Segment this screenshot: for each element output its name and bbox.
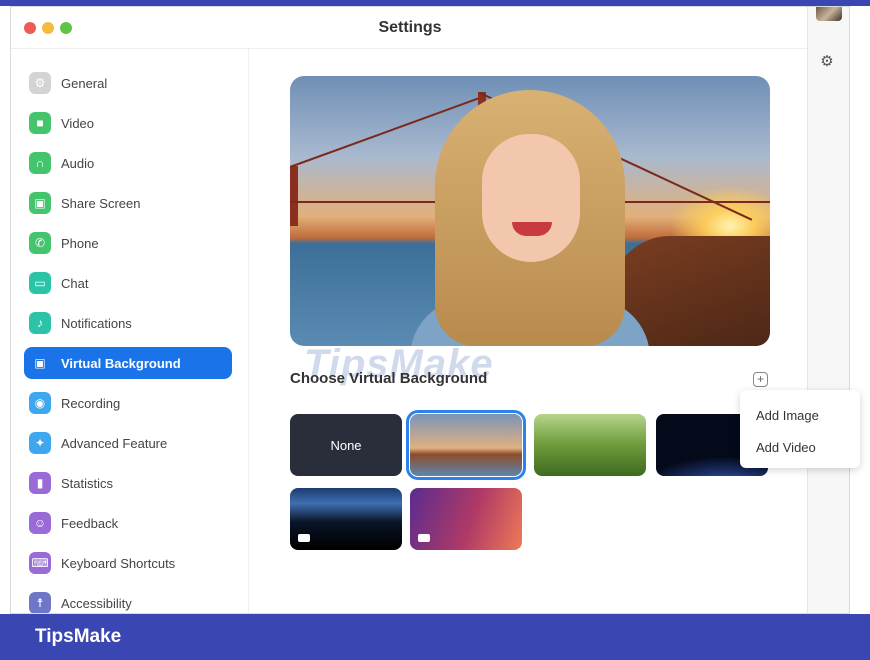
- menu-item-add-image[interactable]: Add Image: [756, 408, 819, 423]
- background-thumb-label: None: [330, 437, 362, 453]
- right-toolbar: ⚙: [807, 7, 849, 613]
- background-thumb-gradient[interactable]: [410, 488, 522, 550]
- portrait-icon: ▣: [34, 356, 46, 370]
- bridge-tower: [290, 166, 298, 226]
- add-background-menu: Add Image Add Video: [740, 390, 860, 468]
- sidebar-item-notifications[interactable]: ♪ Notifications: [24, 307, 232, 339]
- bell-icon: ♪: [29, 312, 51, 334]
- sidebar-item-label: Advanced Feature: [61, 435, 168, 451]
- bar-chart-icon: ▮: [29, 472, 51, 494]
- background-thumb-space[interactable]: [290, 488, 402, 550]
- sidebar-item-chat[interactable]: ▭ Chat: [24, 267, 232, 299]
- settings-window: Settings ⚙ General ■ Video ∩ Audio ▣ Sha…: [10, 6, 850, 614]
- background-thumb-none[interactable]: None: [290, 414, 402, 476]
- sidebar-item-label: Accessibility: [61, 595, 132, 611]
- brand-name: TipsMake: [35, 626, 122, 647]
- sidebar-item-feedback[interactable]: ☺ Feedback: [24, 507, 232, 539]
- sparkle-icon: ✦: [29, 432, 51, 454]
- sidebar-item-phone[interactable]: ✆ Phone: [24, 227, 232, 259]
- add-background-button[interactable]: +: [753, 372, 768, 387]
- title-bar: Settings: [11, 7, 809, 49]
- menu-item-add-video[interactable]: Add Video: [756, 440, 816, 455]
- sidebar-item-label: Notifications: [61, 315, 132, 331]
- sidebar-item-accessibility[interactable]: ☨ Accessibility: [24, 587, 232, 613]
- section-title: Choose Virtual Background: [290, 370, 488, 387]
- share-screen-icon: ▣: [29, 192, 51, 214]
- headphones-icon: ∩: [29, 152, 51, 174]
- sidebar-item-label: General: [61, 75, 108, 91]
- video-icon: [298, 534, 310, 542]
- background-preview: [290, 76, 770, 346]
- sidebar-item-audio[interactable]: ∩ Audio: [24, 147, 232, 179]
- sidebar-item-advanced-feature[interactable]: ✦ Advanced Feature: [24, 427, 232, 459]
- video-icon: ■: [29, 112, 51, 134]
- sidebar-item-label: Feedback: [61, 515, 119, 531]
- sidebar-item-label: Virtual Background: [61, 355, 181, 371]
- sidebar-item-general[interactable]: ⚙ General: [24, 67, 232, 99]
- phone-icon: ✆: [29, 232, 51, 254]
- background-thumb-bridge[interactable]: [406, 410, 526, 480]
- smiley-icon: ☺: [29, 512, 51, 534]
- keyboard-icon: ⌨: [29, 552, 51, 574]
- sidebar-item-statistics[interactable]: ▮ Statistics: [24, 467, 232, 499]
- record-icon: ◉: [29, 392, 51, 414]
- accessibility-icon: ☨: [29, 592, 51, 613]
- sidebar-item-recording[interactable]: ◉ Recording: [24, 387, 232, 419]
- sidebar-item-label: Recording: [61, 395, 121, 411]
- sidebar-item-share-screen[interactable]: ▣ Share Screen: [24, 187, 232, 219]
- brand-footer: TipsMake: [0, 614, 870, 660]
- settings-sidebar: ⚙ General ■ Video ∩ Audio ▣ Share Screen…: [11, 49, 249, 613]
- sidebar-item-label: Chat: [61, 275, 89, 291]
- sidebar-item-label: Video: [61, 115, 95, 131]
- sidebar-item-label: Keyboard Shortcuts: [61, 555, 176, 571]
- gear-icon: ⚙: [29, 72, 51, 94]
- sidebar-item-virtual-background[interactable]: ▣ Virtual Background: [24, 347, 232, 379]
- sidebar-item-label: Statistics: [61, 475, 114, 491]
- chat-icon: ▭: [29, 272, 51, 294]
- video-icon: [418, 534, 430, 542]
- sidebar-item-label: Share Screen: [61, 195, 141, 211]
- gear-icon[interactable]: ⚙: [818, 53, 836, 71]
- background-thumb-grass[interactable]: [534, 414, 646, 476]
- sidebar-item-keyboard-shortcuts[interactable]: ⌨ Keyboard Shortcuts: [24, 547, 232, 579]
- sidebar-item-video[interactable]: ■ Video: [24, 107, 232, 139]
- window-title: Settings: [378, 19, 442, 36]
- person-face: [482, 134, 580, 262]
- avatar[interactable]: [816, 7, 842, 21]
- virtual-background-panel: TipsMake Choose Virtual Background + Non…: [249, 49, 809, 613]
- sidebar-item-label: Audio: [61, 155, 95, 171]
- sidebar-item-label: Phone: [61, 235, 99, 251]
